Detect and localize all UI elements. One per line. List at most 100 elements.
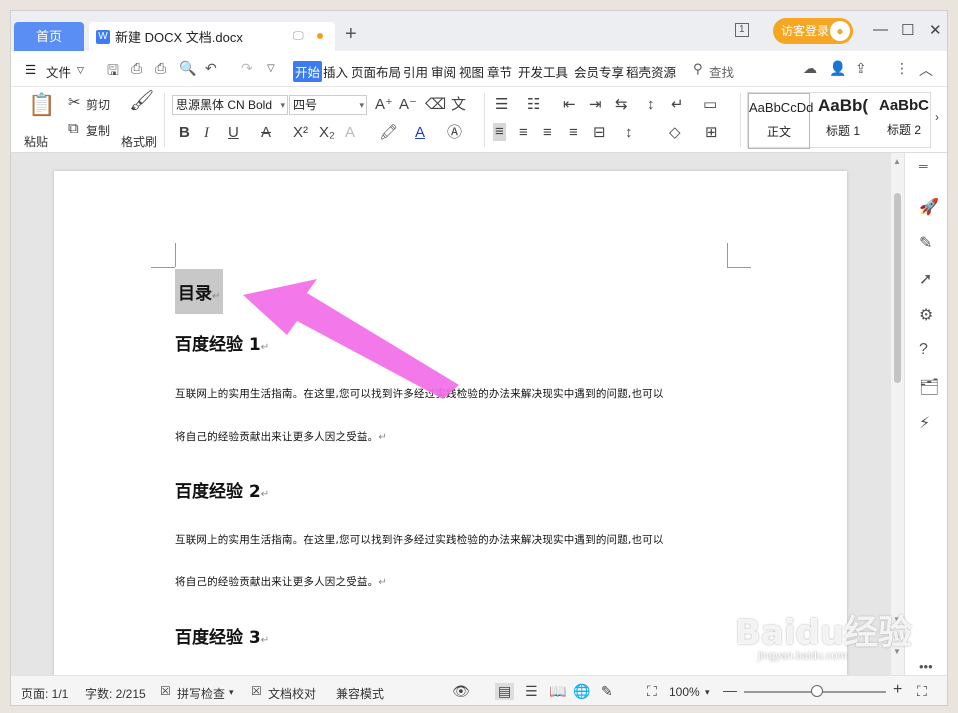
borders-icon[interactable]: ⊞ bbox=[705, 125, 718, 141]
fullscreen-icon[interactable]: ⛶ bbox=[917, 683, 927, 700]
strikethrough-icon[interactable]: A bbox=[261, 125, 271, 141]
word-count[interactable]: 字数: 2/215 bbox=[85, 685, 146, 702]
underline-icon[interactable]: U bbox=[228, 125, 239, 141]
export-pdf-icon[interactable]: ⎙ bbox=[131, 60, 142, 77]
menu-review[interactable]: 审阅 bbox=[431, 62, 456, 81]
styles-scroll-right-icon[interactable]: › bbox=[935, 109, 939, 125]
help-icon[interactable]: ? bbox=[919, 341, 928, 359]
phonetic-guide-icon[interactable]: 文 bbox=[451, 97, 466, 113]
italic-icon[interactable]: I bbox=[204, 125, 209, 141]
guest-login-button[interactable]: 访客登录 ● bbox=[773, 18, 853, 44]
sliders-icon[interactable]: ⚙ bbox=[919, 305, 933, 325]
new-tab-plus-icon[interactable]: + bbox=[345, 24, 357, 44]
eye-protection-icon[interactable]: 👁 bbox=[452, 683, 470, 700]
proofread-icon[interactable]: ☒ bbox=[251, 684, 262, 698]
pen-icon[interactable]: ✎ bbox=[919, 233, 932, 253]
home-tab[interactable]: 首页 bbox=[14, 22, 84, 51]
vertical-scrollbar[interactable]: ▲ ▼ ▲ ▼ bbox=[891, 153, 904, 675]
redo-icon[interactable]: ↷ bbox=[241, 60, 253, 77]
zoom-chevron-icon[interactable]: ▾ bbox=[705, 687, 710, 698]
zoom-level[interactable]: 100% bbox=[669, 685, 700, 699]
window-count-icon[interactable]: 1 bbox=[735, 23, 749, 37]
decrease-indent-icon[interactable]: ⇤ bbox=[563, 97, 576, 113]
format-painter-button[interactable]: 格式刷 bbox=[121, 133, 157, 150]
menu-chapter[interactable]: 章节 bbox=[487, 62, 512, 81]
close-icon[interactable]: ✕ bbox=[929, 21, 942, 39]
spell-check-icon[interactable]: ☒ bbox=[160, 684, 171, 698]
increase-indent-icon[interactable]: ⇥ bbox=[589, 97, 602, 113]
proofread-button[interactable]: 文档校对 bbox=[268, 685, 316, 702]
collapse-ribbon-icon[interactable]: ︿ bbox=[919, 60, 933, 80]
monitor-icon[interactable]: 🖵 bbox=[293, 30, 304, 43]
write-mode-icon[interactable]: ✎ bbox=[601, 683, 613, 700]
save-icon[interactable]: 🖫 bbox=[107, 60, 119, 84]
zoom-slider-knob[interactable] bbox=[811, 685, 823, 697]
page-indicator[interactable]: 页面: 1/1 bbox=[21, 685, 68, 702]
char-border-icon[interactable]: Ⓐ bbox=[447, 125, 462, 141]
menu-insert[interactable]: 插入 bbox=[323, 62, 348, 81]
menu-docer[interactable]: 稻壳资源 bbox=[626, 62, 676, 81]
text-effect-icon[interactable]: A bbox=[345, 125, 355, 141]
paste-button[interactable]: 粘贴 bbox=[24, 133, 48, 150]
read-view-icon[interactable]: 📖 bbox=[549, 683, 566, 700]
menu-developer[interactable]: 开发工具 bbox=[518, 62, 568, 81]
sort-icon[interactable]: ↕ bbox=[647, 97, 655, 113]
justify-icon[interactable]: ≡ bbox=[569, 125, 578, 141]
paste-icon[interactable]: 📋 bbox=[28, 93, 55, 117]
menu-home[interactable]: 开始 bbox=[293, 61, 323, 82]
cloud-sync-icon[interactable]: ☁ bbox=[803, 60, 817, 77]
file-menu[interactable]: 文件 bbox=[46, 62, 71, 81]
more-icon[interactable]: ⋮ bbox=[895, 60, 909, 77]
lightning-icon[interactable]: ⚡ bbox=[919, 413, 930, 433]
undo-icon[interactable]: ↶ bbox=[205, 60, 217, 77]
quick-access-chevron-icon[interactable]: ▽ bbox=[267, 63, 275, 74]
menu-view[interactable]: 视图 bbox=[459, 62, 484, 81]
menu-member[interactable]: 会员专享 bbox=[574, 62, 624, 81]
document-tab[interactable]: W 新建 DOCX 文档.docx 🖵 bbox=[89, 22, 335, 51]
file-dropdown-chevron-icon[interactable]: ▽ bbox=[77, 65, 84, 76]
spell-check-button[interactable]: 拼写检查 bbox=[177, 685, 225, 702]
ruler-icon[interactable]: ▭ bbox=[703, 97, 717, 113]
scroll-up-icon[interactable]: ▲ bbox=[893, 157, 901, 166]
align-right-icon[interactable]: ≡ bbox=[543, 125, 552, 141]
collaborate-icon[interactable]: 👤 bbox=[829, 60, 846, 77]
cursor-select-icon[interactable]: ➚ bbox=[919, 269, 932, 289]
copy-button[interactable]: 复制 bbox=[86, 122, 110, 139]
minimize-icon[interactable]: — bbox=[873, 21, 888, 38]
line-spacing-icon[interactable]: ↕ bbox=[625, 125, 633, 141]
share-icon[interactable]: ⇪ bbox=[855, 60, 867, 77]
align-left-icon[interactable]: ≡ bbox=[493, 123, 506, 141]
search-label[interactable]: 查找 bbox=[709, 62, 734, 81]
bold-icon[interactable]: B bbox=[179, 125, 190, 141]
superscript-icon[interactable]: X² bbox=[293, 125, 308, 141]
cut-icon[interactable]: ✂ bbox=[68, 95, 81, 111]
outline-view-icon[interactable]: ☰ bbox=[525, 683, 538, 700]
clear-format-icon[interactable]: ⌫ bbox=[425, 97, 446, 113]
page-view-icon[interactable]: ▤ bbox=[495, 683, 515, 700]
style-heading-2[interactable]: AaBbC 标题 2 bbox=[876, 93, 932, 149]
show-hide-marks-icon[interactable]: ↵ bbox=[671, 97, 684, 113]
fit-page-icon[interactable]: ⛶ bbox=[647, 683, 657, 700]
numbered-list-icon[interactable]: ☷ bbox=[527, 97, 540, 113]
menu-references[interactable]: 引用 bbox=[403, 62, 428, 81]
web-view-icon[interactable]: 🌐 bbox=[573, 683, 590, 700]
scrollbar-thumb[interactable] bbox=[894, 193, 901, 383]
subscript-icon[interactable]: X₂ bbox=[319, 125, 335, 141]
backup-icon[interactable]: 🗂 bbox=[919, 377, 939, 397]
copy-icon[interactable]: ⧉ bbox=[68, 121, 79, 137]
menu-layout[interactable]: 页面布局 bbox=[351, 62, 401, 81]
highlight-icon[interactable]: 🖍 bbox=[379, 125, 398, 141]
print-icon[interactable]: ⎙ bbox=[155, 60, 166, 77]
distributed-align-icon[interactable]: ⊟ bbox=[593, 125, 606, 141]
more-dots-icon[interactable]: ••• bbox=[919, 659, 933, 674]
increase-font-icon[interactable]: A⁺ bbox=[375, 97, 393, 113]
shading-icon[interactable]: ◇ bbox=[669, 125, 681, 141]
zoom-in-icon[interactable]: + bbox=[893, 681, 902, 699]
spell-check-chevron-icon[interactable]: ▾ bbox=[229, 687, 234, 698]
align-center-icon[interactable]: ≡ bbox=[519, 125, 528, 141]
cut-button[interactable]: 剪切 bbox=[86, 96, 110, 113]
rocket-icon[interactable]: 🚀 bbox=[919, 197, 939, 217]
style-heading-1[interactable]: AaBb( 标题 1 bbox=[812, 93, 874, 149]
zoom-out-icon[interactable]: — bbox=[723, 682, 737, 698]
search-icon[interactable]: ⚲ bbox=[693, 61, 703, 77]
